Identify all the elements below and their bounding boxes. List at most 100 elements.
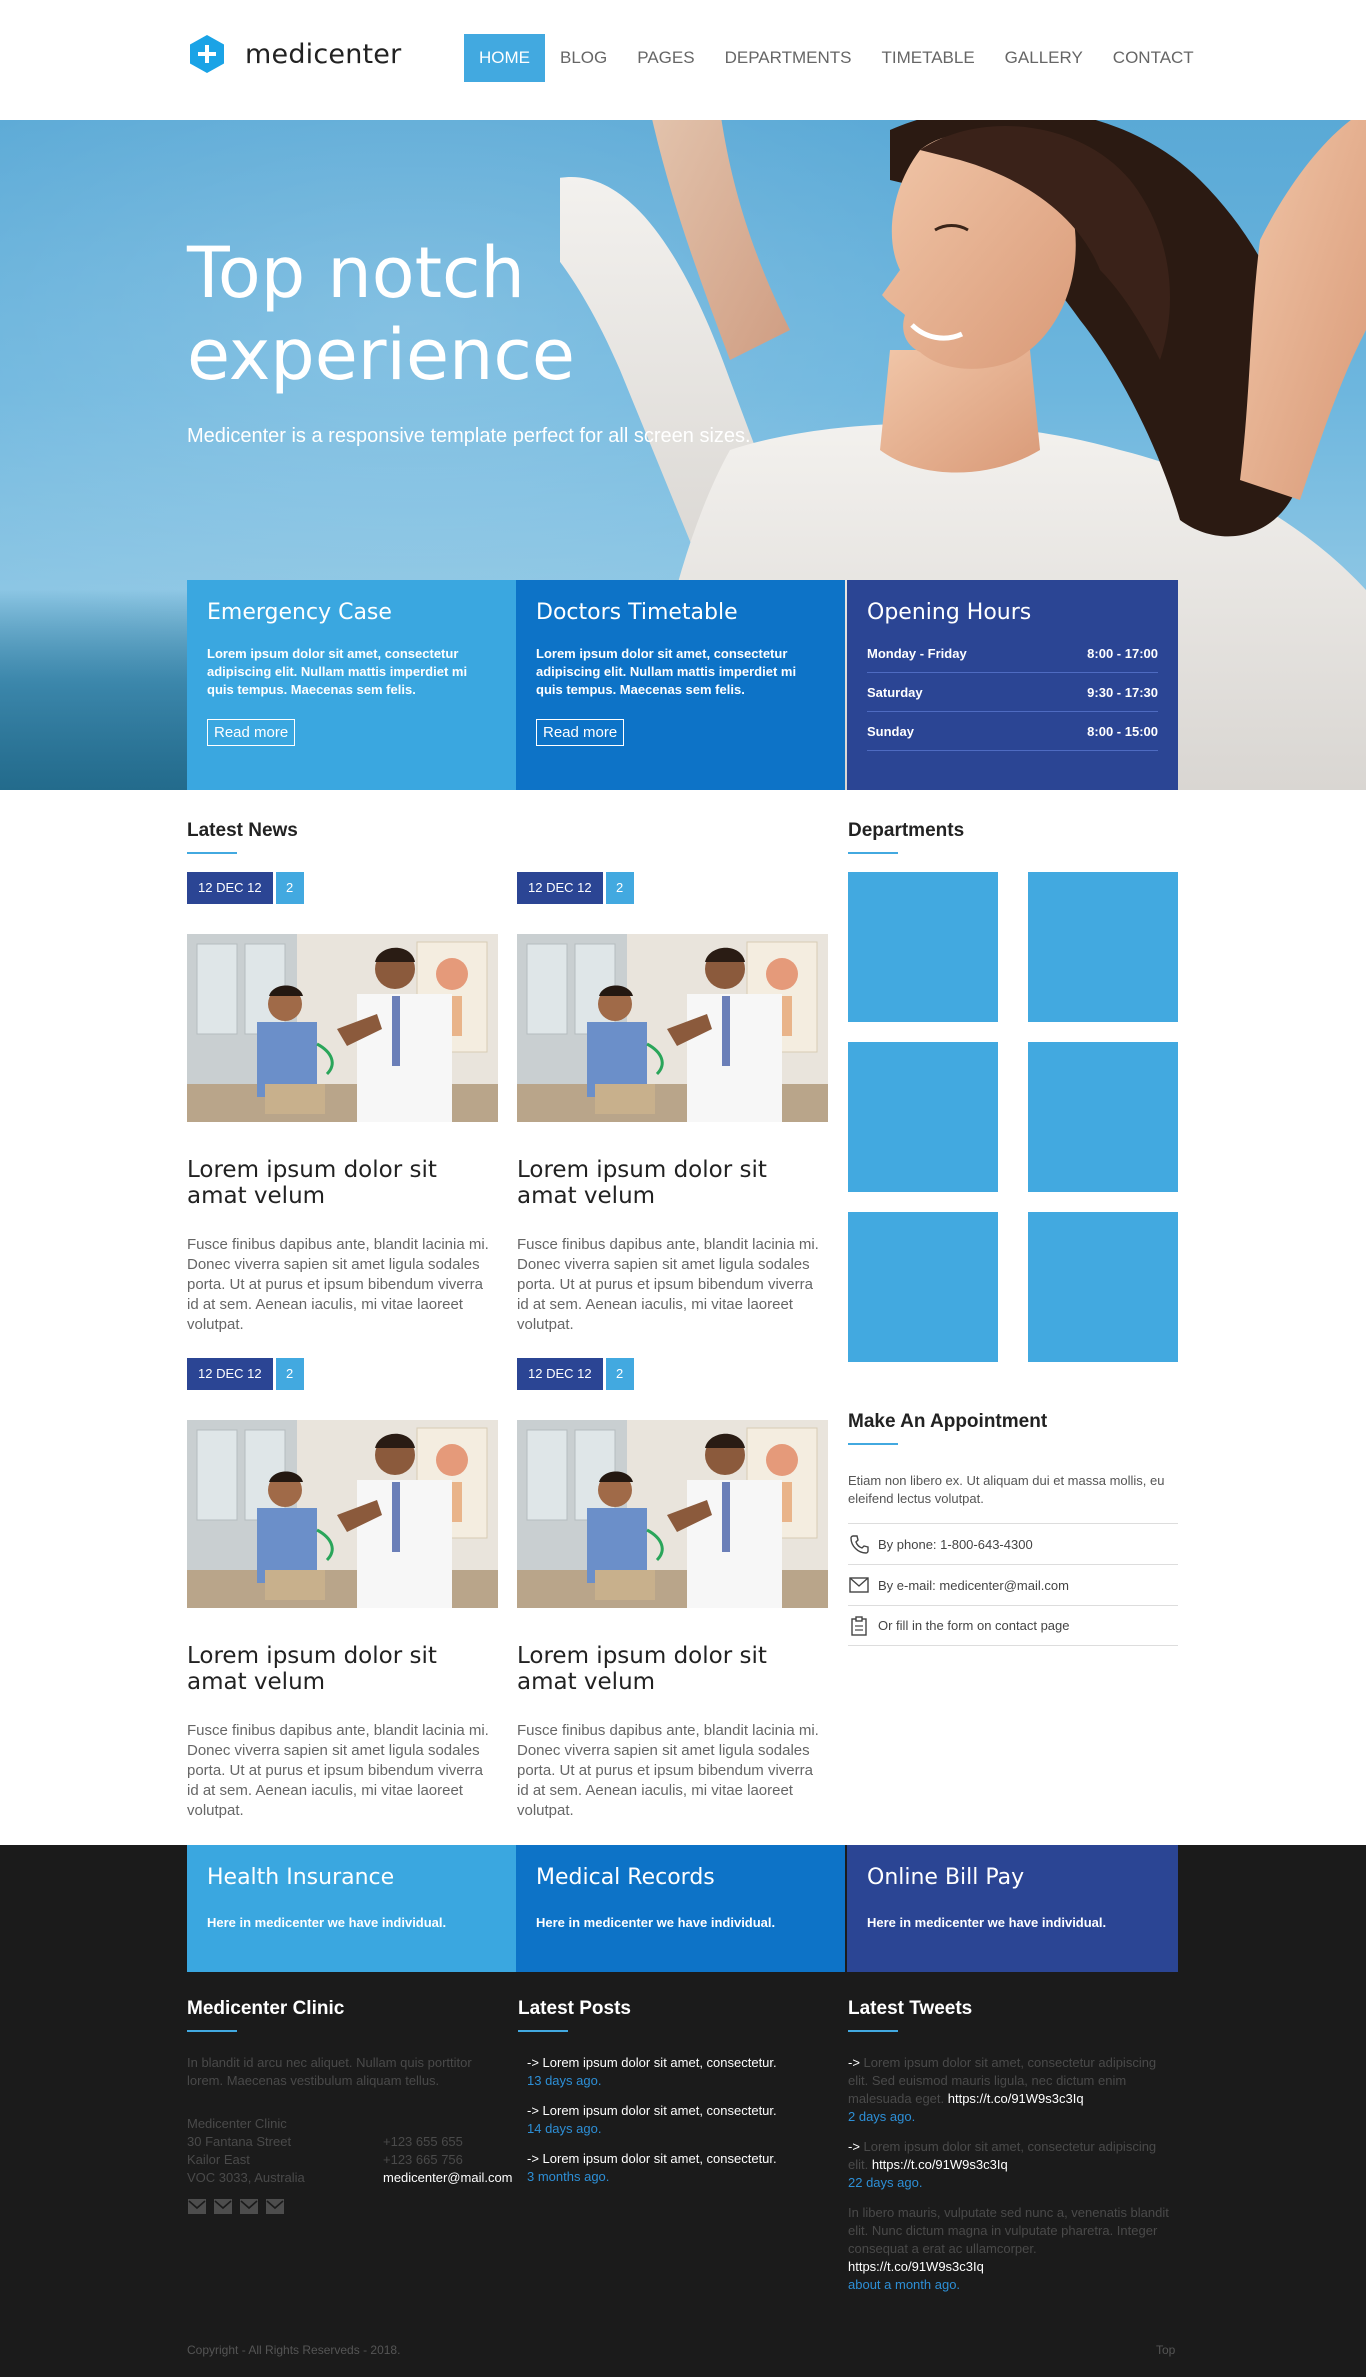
nav-gallery[interactable]: GALLERY [990, 34, 1098, 82]
site-footer: Health Insurance Here in medicenter we h… [0, 1845, 1366, 2377]
clinic-heading: Medicenter Clinic [187, 1998, 344, 2032]
doctor-child-illustration [517, 1420, 828, 1608]
logo-hexagon-icon [187, 34, 227, 74]
news-title[interactable]: Lorem ipsum dolor sit amat velum [187, 1643, 498, 1695]
clinic-contacts: +123 655 655 +123 665 756 medicenter@mai… [383, 2133, 513, 2187]
news-excerpt: Fusce finibus dapibus ante, blandit laci… [187, 1236, 489, 1333]
news-date: 12 DEC 12 [187, 872, 273, 904]
departments-heading: Departments [848, 820, 964, 854]
news-excerpt: Fusce finibus dapibus ante, blandit laci… [517, 1722, 819, 1819]
tweet-link[interactable]: https://t.co/91W9s3c3Iq [848, 2259, 984, 2274]
news-thumbnail[interactable] [187, 1420, 498, 1608]
comment-count[interactable]: 2 [275, 872, 304, 904]
timetable-title: Doctors Timetable [536, 600, 738, 625]
department-tile[interactable] [1028, 1212, 1178, 1362]
news-post: 12 DEC 12 2 Lorem ipsum dolor sit amat v… [517, 1358, 828, 1819]
site-header: medicenter HOME BLOG PAGES DEPARTMENTS T… [0, 0, 1366, 120]
nav-blog[interactable]: BLOG [545, 34, 622, 82]
health-insurance-box[interactable]: Health Insurance Here in medicenter we h… [187, 1845, 516, 1972]
news-title[interactable]: Lorem ipsum dolor sit amat velum [517, 1643, 828, 1695]
email-row[interactable]: By e-mail: medicenter@mail.com [848, 1564, 1178, 1605]
tweet-link[interactable]: https://t.co/91W9s3c3Iq [872, 2157, 1008, 2172]
news-date: 12 DEC 12 [517, 872, 603, 904]
envelope-icon [848, 1574, 870, 1596]
mail-icon[interactable] [265, 2198, 285, 2215]
copyright-text: Copyright - All Rights Reserveds - 2018. [187, 2343, 401, 2357]
news-post: 12 DEC 12 2 Lorem ipsum dolor sit amat v… [187, 1358, 498, 1819]
news-date: 12 DEC 12 [517, 1358, 603, 1390]
doctors-timetable-box: Doctors Timetable Lorem ipsum dolor sit … [516, 580, 845, 790]
news-thumbnail[interactable] [187, 934, 498, 1122]
online-bill-pay-box[interactable]: Online Bill Pay Here in medicenter we ha… [847, 1845, 1178, 1972]
medical-records-box[interactable]: Medical Records Here in medicenter we ha… [516, 1845, 845, 1972]
department-tile[interactable] [1028, 1042, 1178, 1192]
news-excerpt: Fusce finibus dapibus ante, blandit laci… [187, 1722, 489, 1819]
news-post: 12 DEC 12 2 Lorem ipsum dolor sit amat v… [187, 872, 498, 1333]
doctor-child-illustration [187, 1420, 498, 1608]
phone-icon [848, 1533, 870, 1555]
news-post: 12 DEC 12 2 Lorem ipsum dolor sit amat v… [517, 872, 828, 1333]
clinic-address: Medicenter Clinic 30 Fantana Street Kail… [187, 2116, 305, 2185]
department-tile[interactable] [848, 872, 998, 1022]
tweet-item: -> Lorem ipsum dolor sit amet, consectet… [848, 2139, 1157, 2190]
emergency-case-box: Emergency Case Lorem ipsum dolor sit ame… [187, 580, 516, 790]
department-tile[interactable] [848, 1212, 998, 1362]
nav-home[interactable]: HOME [464, 34, 545, 82]
news-date: 12 DEC 12 [187, 1358, 273, 1390]
news-excerpt: Fusce finibus dapibus ante, blandit laci… [517, 1236, 819, 1333]
news-title[interactable]: Lorem ipsum dolor sit amat velum [517, 1157, 828, 1209]
hours-row: Monday - Friday 8:00 - 17:00 [867, 634, 1158, 673]
comment-count[interactable]: 2 [605, 1358, 634, 1390]
post-item[interactable]: -> Lorem ipsum dolor sit amet, consectet… [527, 2150, 827, 2186]
latest-posts-list: -> Lorem ipsum dolor sit amet, consectet… [527, 2054, 827, 2186]
opening-hours-title: Opening Hours [867, 600, 1032, 625]
nav-pages[interactable]: PAGES [622, 34, 709, 82]
phone-row[interactable]: By phone: 1-800-643-4300 [848, 1523, 1178, 1564]
latest-news-heading: Latest News [187, 820, 298, 854]
comment-count[interactable]: 2 [275, 1358, 304, 1390]
timetable-read-more-button[interactable]: Read more [536, 719, 625, 746]
mail-icon[interactable] [213, 2198, 233, 2215]
emergency-read-more-button[interactable]: Read more [207, 719, 296, 746]
comment-count[interactable]: 2 [605, 872, 634, 904]
mail-icon[interactable] [239, 2198, 259, 2215]
latest-tweets-heading: Latest Tweets [848, 1998, 972, 2032]
tweet-link[interactable]: https://t.co/91W9s3c3Iq [948, 2091, 1084, 2106]
clipboard-icon [848, 1615, 870, 1637]
clinic-email-link[interactable]: medicenter@mail.com [383, 2169, 513, 2187]
tweet-item: -> Lorem ipsum dolor sit amet, consectet… [848, 2055, 1157, 2124]
back-to-top-link[interactable]: Top [1156, 2343, 1175, 2357]
emergency-case-text: Lorem ipsum dolor sit amet, consectetur … [207, 646, 468, 697]
mail-icon[interactable] [187, 2198, 207, 2215]
department-tile[interactable] [848, 1042, 998, 1192]
emergency-case-title: Emergency Case [207, 600, 392, 625]
hours-row: Sunday 8:00 - 15:00 [867, 712, 1158, 751]
latest-posts-heading: Latest Posts [518, 1998, 631, 2032]
post-item[interactable]: -> Lorem ipsum dolor sit amet, consectet… [527, 2102, 827, 2138]
hero-title: Top notch experience [187, 232, 575, 396]
nav-departments[interactable]: DEPARTMENTS [710, 34, 867, 82]
post-item[interactable]: -> Lorem ipsum dolor sit amet, consectet… [527, 2054, 827, 2090]
form-row[interactable]: Or fill in the form on contact page [848, 1605, 1178, 1646]
nav-timetable[interactable]: TIMETABLE [866, 34, 989, 82]
doctor-child-illustration [517, 934, 828, 1122]
news-title[interactable]: Lorem ipsum dolor sit amat velum [187, 1157, 498, 1209]
doctor-child-illustration [187, 934, 498, 1122]
timetable-text: Lorem ipsum dolor sit amet, consectetur … [536, 646, 797, 697]
appointment-heading: Make An Appointment [848, 1411, 1047, 1445]
clinic-phone: +123 665 756 [383, 2152, 463, 2167]
logo-text: medicenter [245, 38, 402, 70]
tweets-list: -> Lorem ipsum dolor sit amet, consectet… [848, 2054, 1178, 2294]
hero-subtitle: Medicenter is a responsive template perf… [187, 425, 751, 447]
news-thumbnail[interactable] [517, 934, 828, 1122]
opening-hours-box: Opening Hours Monday - Friday 8:00 - 17:… [847, 580, 1178, 790]
appointment-text: Etiam non libero ex. Ut aliquam dui et m… [848, 1473, 1165, 1506]
news-thumbnail[interactable] [517, 1420, 828, 1608]
main-nav: HOME BLOG PAGES DEPARTMENTS TIMETABLE GA… [464, 34, 1209, 82]
social-links [187, 2198, 285, 2215]
logo[interactable]: medicenter [187, 34, 401, 74]
department-tile[interactable] [1028, 872, 1178, 1022]
nav-contact[interactable]: CONTACT [1098, 34, 1209, 82]
clinic-intro: In blandit id arcu nec aliquet. Nullam q… [187, 2055, 472, 2088]
tweet-item: In libero mauris, vulputate sed nunc a, … [848, 2205, 1169, 2292]
